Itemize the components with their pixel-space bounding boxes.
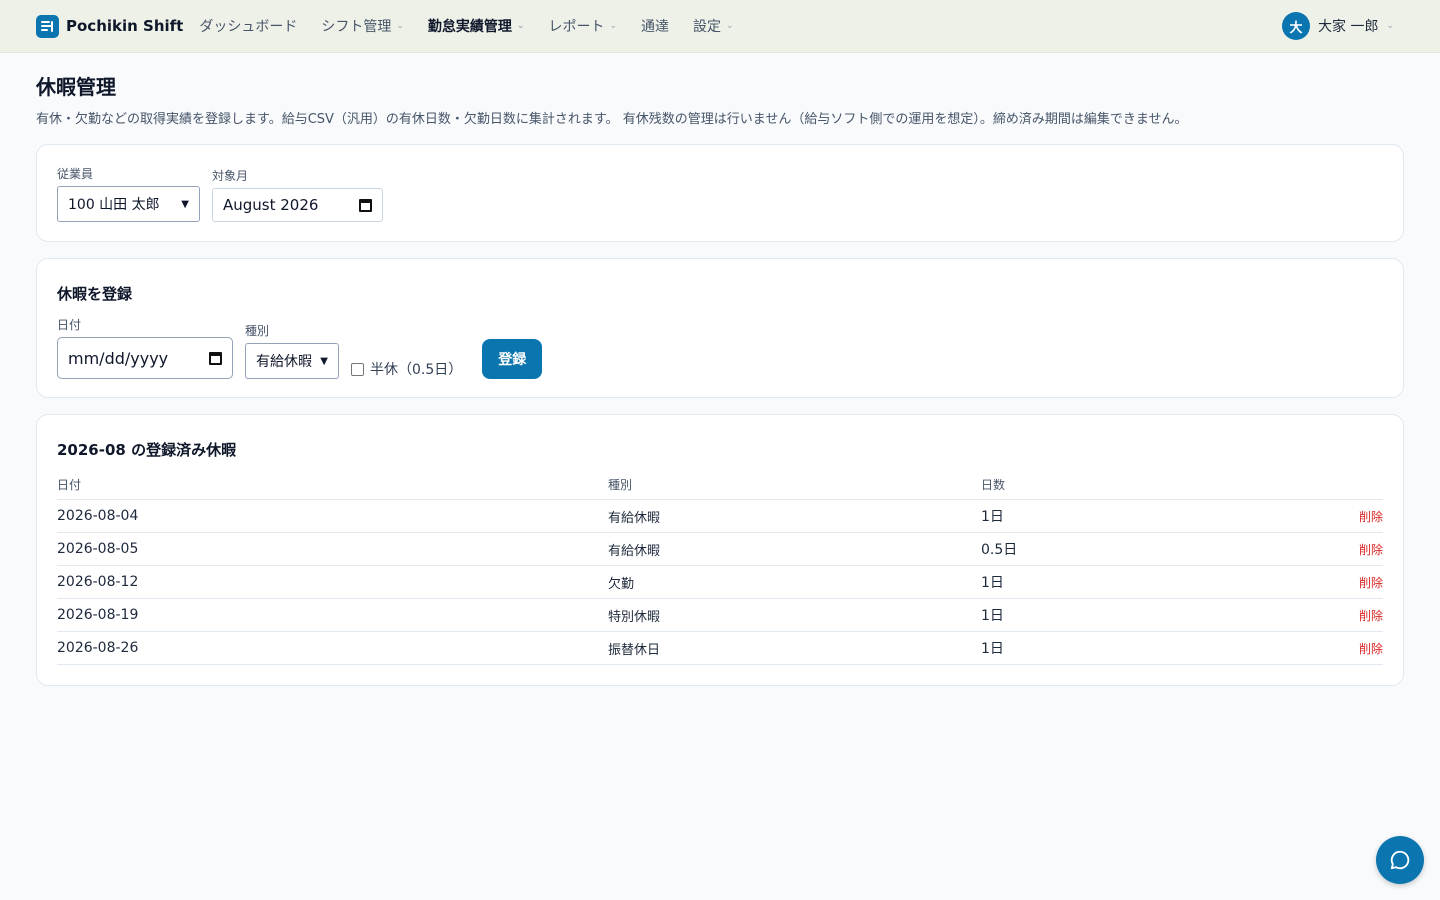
filter-card: 従業員 100 山田 太郎 ▼ 対象月 August 2026 <box>36 144 1404 242</box>
brand-name: Pochikin Shift <box>66 17 184 35</box>
date-input[interactable]: mm/dd/yyyy <box>57 337 233 379</box>
page-description: 有休・欠勤などの取得実績を登録します。給与CSV（汎用）の有休日数・欠勤日数に集… <box>36 112 1188 127</box>
main-content: 休暇管理 有休・欠勤などの取得実績を登録します。給与CSV（汎用）の有休日数・欠… <box>0 53 1440 686</box>
leave-type-select[interactable]: 有給休暇 ▼ <box>245 343 339 379</box>
chevron-down-icon: ⌄ <box>609 21 617 31</box>
register-form-row: 日付 mm/dd/yyyy 種別 有給休暇 ▼ 半休（0.5日） 登録 <box>57 316 1383 379</box>
row-days: 0.5日 <box>981 532 1223 566</box>
delete-link[interactable]: 削除 <box>1359 609 1383 623</box>
month-label: 対象月 <box>212 169 249 183</box>
delete-link[interactable]: 削除 <box>1359 543 1383 557</box>
row-action: 削除 <box>1222 565 1383 599</box>
nav-attendance-management[interactable]: 勤怠実績管理 ⌄ <box>428 16 525 36</box>
column-header-days: 日数 <box>981 476 1223 500</box>
shift-logo-icon <box>36 14 59 38</box>
chevron-down-icon: ▼ <box>320 355 328 367</box>
calendar-icon[interactable] <box>209 351 222 365</box>
row-date: 2026-08-26 <box>57 631 608 665</box>
calendar-icon[interactable] <box>359 198 372 212</box>
row-date: 2026-08-19 <box>57 598 608 632</box>
date-label: 日付 <box>57 318 82 332</box>
column-header-actions <box>1222 476 1383 500</box>
row-type: 振替休日 <box>608 631 981 665</box>
leave-table: 日付 種別 日数 2026-08-04 有給休暇 1日 削除 2026-08-0… <box>57 476 1383 665</box>
date-input-placeholder: mm/dd/yyyy <box>68 348 169 368</box>
nav-notices-label: 通達 <box>641 19 669 35</box>
table-header-row: 日付 種別 日数 <box>57 476 1383 500</box>
table-row: 2026-08-26 振替休日 1日 削除 <box>57 631 1383 665</box>
nav-notices[interactable]: 通達 <box>641 16 669 36</box>
employee-select[interactable]: 100 山田 太郎 ▼ <box>57 186 200 222</box>
register-leave-card: 休暇を登録 日付 mm/dd/yyyy 種別 有給休暇 ▼ 半休（0.5日） 登… <box>36 258 1404 398</box>
type-field: 種別 有給休暇 ▼ <box>245 322 339 379</box>
delete-link[interactable]: 削除 <box>1359 576 1383 590</box>
employee-select-value: 100 山田 太郎 <box>68 197 160 213</box>
row-date: 2026-08-12 <box>57 565 608 599</box>
brand[interactable]: Pochikin Shift <box>36 14 184 38</box>
row-action: 削除 <box>1222 532 1383 566</box>
register-button[interactable]: 登録 <box>482 339 543 379</box>
registered-leave-card: 2026-08 の登録済み休暇 日付 種別 日数 2026-08-04 有給休暇… <box>36 414 1404 686</box>
nav-settings[interactable]: 設定 ⌄ <box>693 16 734 36</box>
row-type: 特別休暇 <box>608 598 981 632</box>
chevron-down-icon: ⌄ <box>1386 21 1394 31</box>
column-header-type: 種別 <box>608 476 981 500</box>
table-row: 2026-08-04 有給休暇 1日 削除 <box>57 499 1383 533</box>
row-date: 2026-08-04 <box>57 499 608 533</box>
table-row: 2026-08-12 欠勤 1日 削除 <box>57 565 1383 599</box>
main-nav: ダッシュボード シフト管理 ⌄ 勤怠実績管理 ⌄ レポート ⌄ 通達 設定 ⌄ <box>199 16 733 36</box>
registered-leave-title: 2026-08 の登録済み休暇 <box>57 441 237 459</box>
row-action: 削除 <box>1222 499 1383 533</box>
row-type: 有給休暇 <box>608 499 981 533</box>
nav-shift-management[interactable]: シフト管理 ⌄ <box>321 16 404 36</box>
half-day-option[interactable]: 半休（0.5日） <box>351 360 462 378</box>
chevron-down-icon: ⌄ <box>396 21 404 31</box>
avatar: 大 <box>1282 12 1310 40</box>
date-field: 日付 mm/dd/yyyy <box>57 316 233 379</box>
user-menu[interactable]: 大 大家 一郎 ⌄ <box>1282 12 1394 40</box>
table-row: 2026-08-19 特別休暇 1日 削除 <box>57 598 1383 632</box>
row-type: 有給休暇 <box>608 532 981 566</box>
row-days: 1日 <box>981 499 1223 533</box>
leave-type-select-value: 有給休暇 <box>256 354 312 370</box>
register-section-title: 休暇を登録 <box>57 285 133 303</box>
chevron-down-icon: ▼ <box>181 198 189 210</box>
column-header-date: 日付 <box>57 476 608 500</box>
filter-row: 従業員 100 山田 太郎 ▼ 対象月 August 2026 <box>57 165 1383 222</box>
row-action: 削除 <box>1222 598 1383 632</box>
chat-bubble-icon <box>1390 850 1410 870</box>
month-input[interactable]: August 2026 <box>212 188 383 222</box>
chevron-down-icon: ⌄ <box>726 21 734 31</box>
nav-reports[interactable]: レポート ⌄ <box>548 16 617 36</box>
top-navigation-bar: Pochikin Shift ダッシュボード シフト管理 ⌄ 勤怠実績管理 ⌄ … <box>0 0 1440 53</box>
month-field: 対象月 August 2026 <box>212 167 383 222</box>
page-title: 休暇管理 <box>36 75 116 99</box>
nav-dashboard-label: ダッシュボード <box>199 19 298 35</box>
nav-shift-management-label: シフト管理 <box>321 19 392 35</box>
user-name: 大家 一郎 <box>1318 19 1379 35</box>
employee-label: 従業員 <box>57 167 94 181</box>
row-date: 2026-08-05 <box>57 532 608 566</box>
half-day-label: 半休（0.5日） <box>370 362 463 378</box>
row-days: 1日 <box>981 598 1223 632</box>
half-day-checkbox[interactable] <box>351 362 364 376</box>
nav-settings-label: 設定 <box>693 19 721 35</box>
row-days: 1日 <box>981 565 1223 599</box>
delete-link[interactable]: 削除 <box>1359 510 1383 524</box>
employee-field: 従業員 100 山田 太郎 ▼ <box>57 165 200 222</box>
nav-reports-label: レポート <box>548 19 605 35</box>
month-input-value: August 2026 <box>223 196 319 214</box>
type-label: 種別 <box>245 324 270 338</box>
table-row: 2026-08-05 有給休暇 0.5日 削除 <box>57 532 1383 566</box>
row-action: 削除 <box>1222 631 1383 665</box>
chat-button[interactable] <box>1376 836 1424 884</box>
chevron-down-icon: ⌄ <box>516 21 525 31</box>
nav-dashboard[interactable]: ダッシュボード <box>199 16 297 36</box>
nav-attendance-management-label: 勤怠実績管理 <box>427 19 512 35</box>
delete-link[interactable]: 削除 <box>1359 642 1383 656</box>
row-type: 欠勤 <box>608 565 981 599</box>
row-days: 1日 <box>981 631 1223 665</box>
